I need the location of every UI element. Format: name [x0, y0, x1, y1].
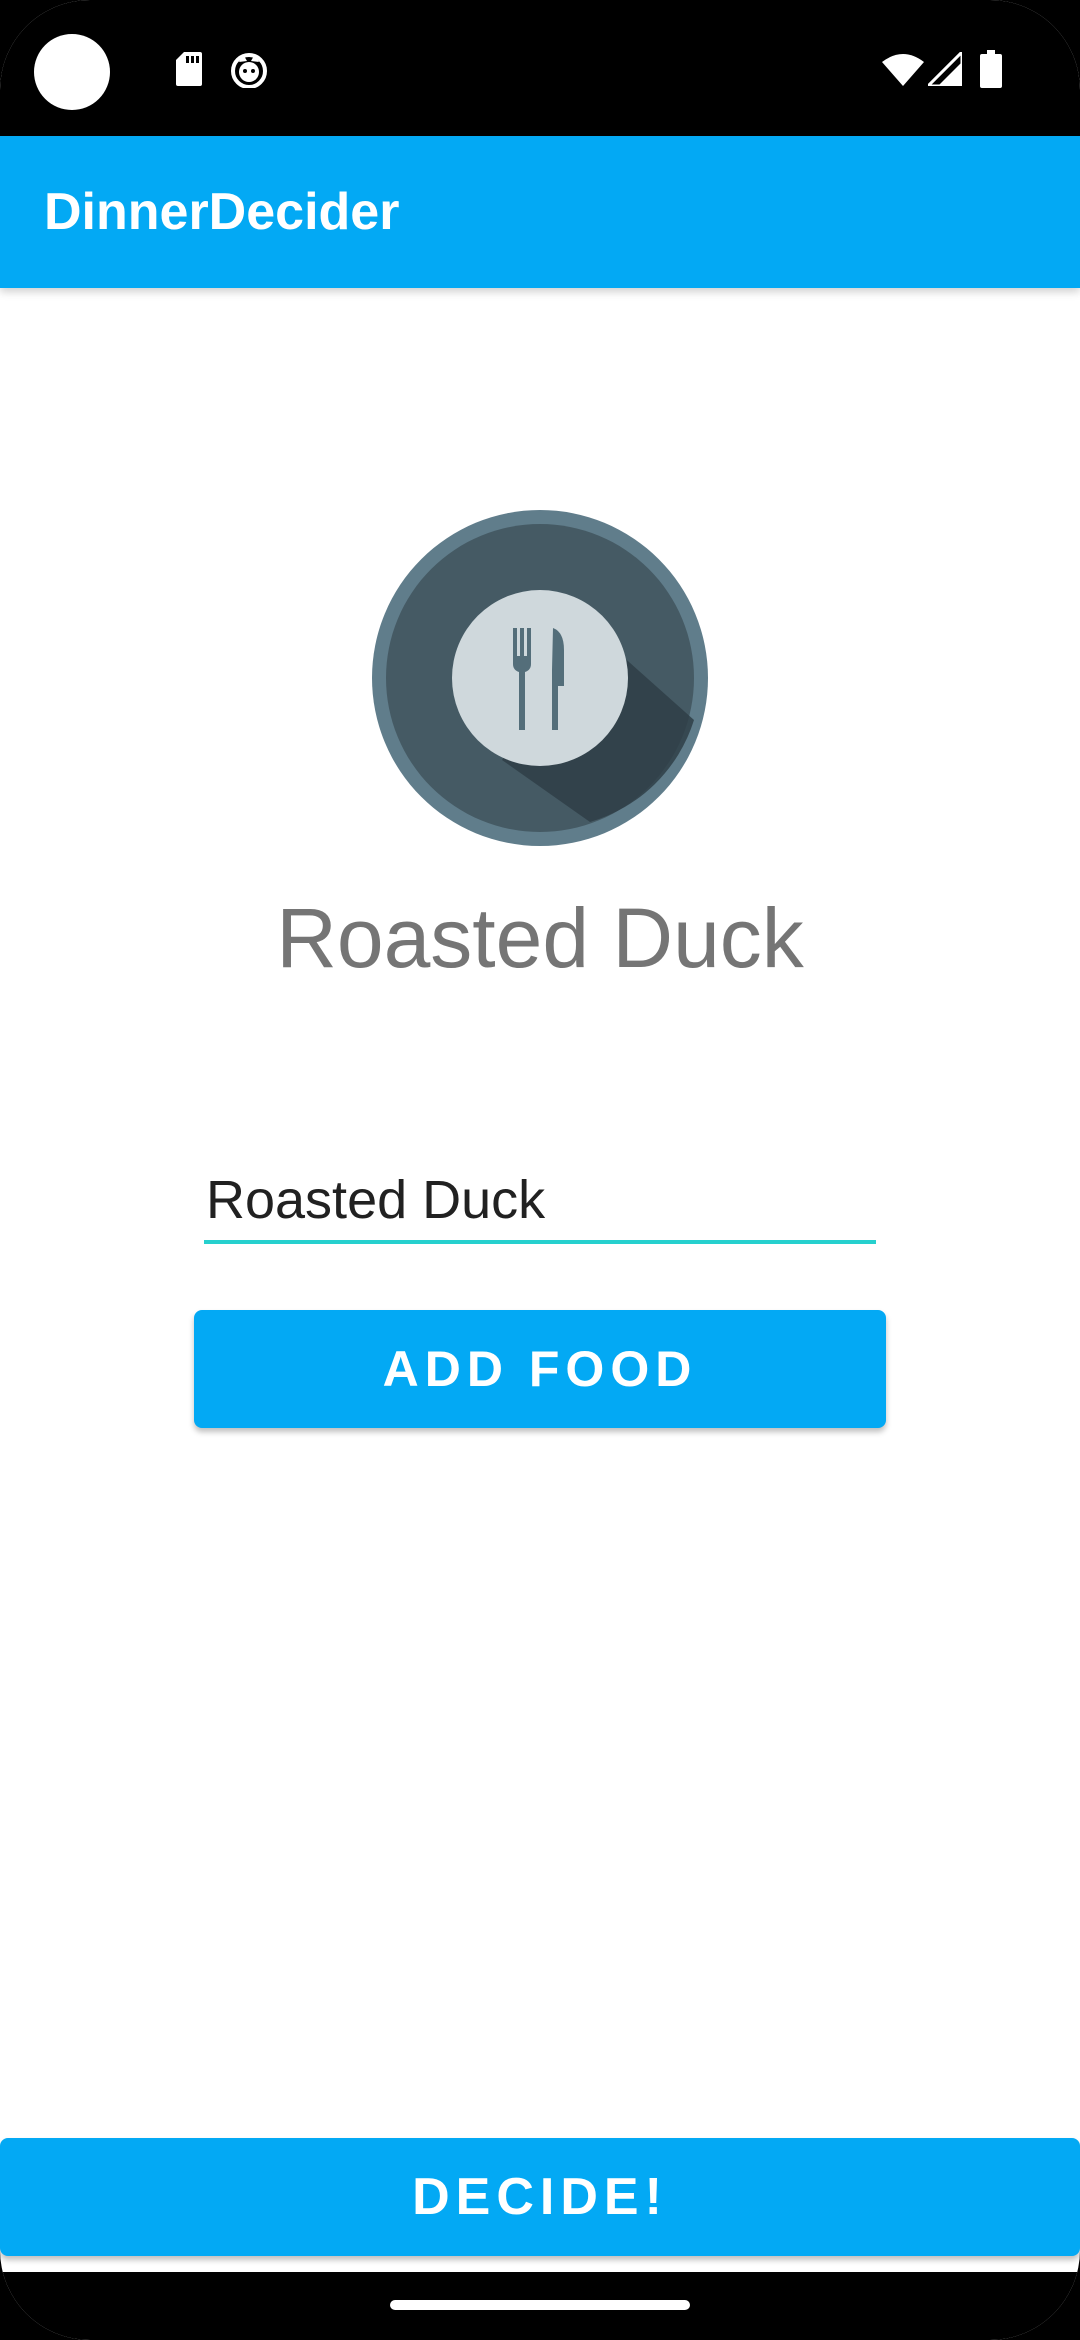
signal-icon	[928, 52, 962, 86]
selected-food-label: Roasted Duck	[276, 891, 804, 985]
wifi-icon	[882, 54, 924, 86]
sd-card-icon	[176, 52, 202, 86]
add-food-button[interactable]: ADD FOOD	[194, 1310, 886, 1428]
phone-screen: DinnerDecider Roasted Duck ADD FOOD DECI…	[0, 0, 1080, 2340]
status-bar	[0, 0, 1080, 136]
cat-notification-icon	[231, 53, 267, 88]
app-bar: DinnerDecider	[0, 136, 1080, 288]
decide-button[interactable]: DECIDE!	[0, 2138, 1080, 2256]
plate-fork-knife-icon	[372, 510, 708, 846]
camera-cutout	[34, 34, 110, 110]
food-name-input[interactable]	[204, 1160, 876, 1244]
home-gesture-pill[interactable]	[390, 2300, 690, 2310]
battery-icon	[980, 50, 1002, 88]
app-title: DinnerDecider	[44, 183, 400, 241]
